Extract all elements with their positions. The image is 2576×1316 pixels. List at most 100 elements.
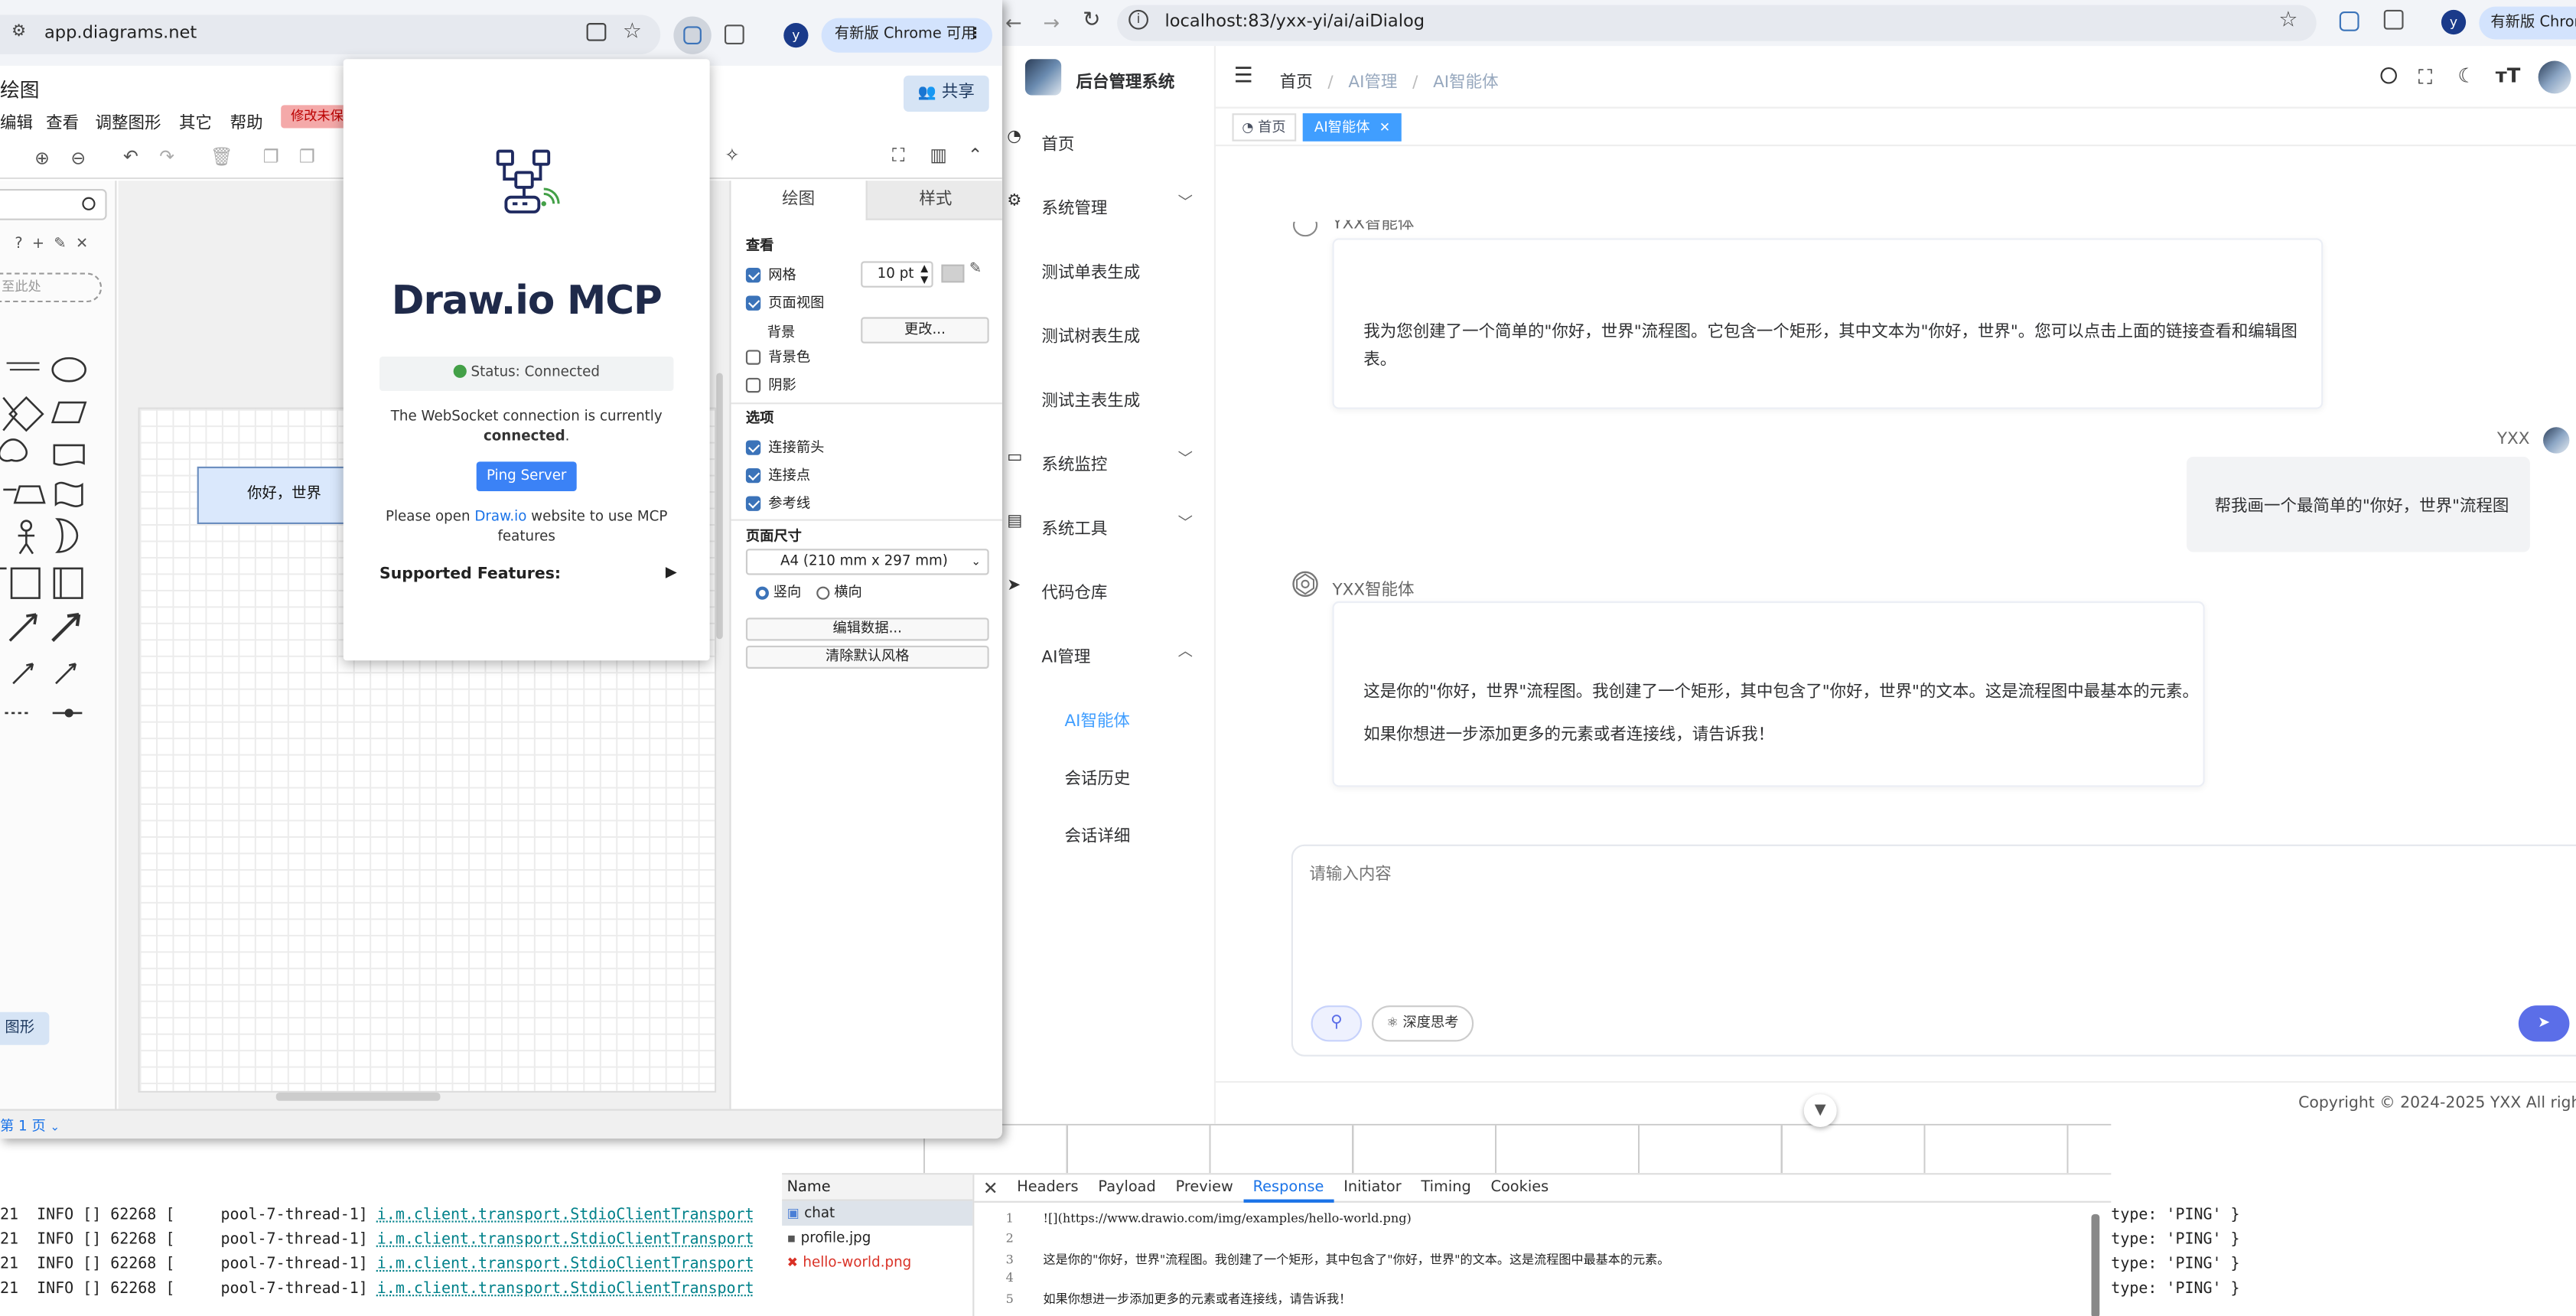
devtools-tab[interactable]: Headers xyxy=(1007,1174,1088,1202)
connect-arrows-option[interactable]: 连接箭头 xyxy=(745,437,824,457)
sidebar-item-ai[interactable]: AI管理 ︿ xyxy=(1001,620,1214,684)
stepper-icon[interactable]: ▲ ▼ xyxy=(920,263,928,286)
search-icon[interactable] xyxy=(2380,67,2397,84)
shape-palette[interactable] xyxy=(0,345,115,739)
shadow-checkbox[interactable] xyxy=(745,377,761,393)
shadow-option[interactable]: 阴影 xyxy=(745,375,796,394)
sidebar-item-tools[interactable]: ▤ 系统工具 ﹀ xyxy=(1001,491,1214,555)
grid-size-input[interactable]: 10 pt ▲ ▼ xyxy=(861,261,933,288)
collapse-icon[interactable]: ⌃ xyxy=(968,145,983,166)
devtools-tab[interactable]: Initiator xyxy=(1334,1174,1411,1202)
change-background-button[interactable]: 更改... xyxy=(861,317,989,344)
delete-icon[interactable]: 🗑 xyxy=(210,146,233,168)
breadcrumb-home[interactable]: 首页 xyxy=(1280,74,1313,93)
sidebar-item-test-tree[interactable]: 测试树表生成 xyxy=(1001,299,1214,363)
magic-wand-icon[interactable]: ✧ xyxy=(725,145,740,166)
portrait-option[interactable]: 竖向 xyxy=(755,581,801,601)
devtools-tab[interactable]: Cookies xyxy=(1481,1174,1558,1202)
landscape-option[interactable]: 横向 xyxy=(816,581,862,601)
landscape-radio[interactable] xyxy=(816,585,830,599)
redo-icon[interactable]: ↷ xyxy=(159,146,174,168)
scroll-down-button[interactable]: ▼ xyxy=(1803,1094,1837,1128)
send-button[interactable]: ➤ xyxy=(2518,1005,2570,1042)
install-app-icon[interactable] xyxy=(586,23,607,41)
drawio-address-bar[interactable]: ⚙ app.diagrams.net ☆ xyxy=(0,15,661,54)
doc-title[interactable]: 绘图 xyxy=(0,76,40,104)
chrome-update-pill[interactable]: 有新版 Chrom xyxy=(2479,6,2576,40)
sidebar-item-system[interactable]: ⚙ 系统管理 ﹀ xyxy=(1001,171,1214,235)
unsaved-badge[interactable]: 修改未保存 xyxy=(281,105,347,129)
devtools-file-row[interactable]: ▣ chat xyxy=(782,1200,973,1226)
breadcrumb-ai[interactable]: AI管理 xyxy=(1348,74,1397,93)
to-front-icon[interactable]: ❐ xyxy=(263,146,279,168)
format-panel-icon[interactable]: ▥ xyxy=(930,145,946,166)
close-icon[interactable]: ✕ xyxy=(76,236,88,252)
bg-color-checkbox[interactable] xyxy=(745,350,761,365)
close-icon[interactable]: ✕ xyxy=(974,1178,1007,1199)
zoom-out-icon[interactable]: ⊖ xyxy=(70,148,86,169)
share-button[interactable]: 👥 共享 xyxy=(904,75,989,112)
font-size-icon[interactable]: ᴛT xyxy=(2496,64,2521,87)
deep-think-button[interactable]: ⚛ 深度思考 xyxy=(1372,1005,1474,1042)
devtools-tab[interactable]: Timing xyxy=(1412,1174,1481,1202)
fullscreen-icon[interactable]: ⛶ xyxy=(892,145,905,168)
reload-icon[interactable]: ↻ xyxy=(1083,8,1100,33)
guides-checkbox[interactable] xyxy=(745,496,761,511)
more-shapes-button[interactable]: 图形 xyxy=(0,1011,50,1045)
response-scrollbar[interactable] xyxy=(2091,1213,2100,1316)
extension-icon[interactable] xyxy=(2339,11,2359,31)
connect-points-checkbox[interactable] xyxy=(745,467,761,484)
attach-button[interactable]: ⚲ xyxy=(1311,1005,1363,1042)
menu-item[interactable]: 调整图形 xyxy=(96,109,161,133)
page-tab[interactable]: 第 1 页 ⌄ xyxy=(0,1116,60,1135)
admin-address-bar[interactable]: i localhost:83/yxx-yi/ai/aiDialog ☆ xyxy=(1117,5,2317,41)
supported-features-toggle[interactable]: Supported Features: ▶ xyxy=(379,565,677,588)
site-info-icon[interactable]: i xyxy=(1128,9,1148,30)
bookmark-star-icon[interactable]: ☆ xyxy=(623,20,642,44)
grid-color-swatch[interactable] xyxy=(941,264,965,283)
add-icon[interactable]: + xyxy=(32,236,44,252)
more-vert-icon[interactable]: ⋮ xyxy=(968,18,982,53)
sidebar-item-home[interactable]: ◔ 首页 xyxy=(1001,107,1214,171)
profile-avatar[interactable]: y xyxy=(783,23,809,48)
devtools-tab[interactable]: Payload xyxy=(1089,1174,1166,1202)
menu-item[interactable]: 编辑 xyxy=(0,109,33,133)
sidebar-item-test-master[interactable]: 测试主表生成 xyxy=(1001,363,1214,428)
menu-item[interactable]: 帮助 xyxy=(230,109,263,133)
connect-arrows-checkbox[interactable] xyxy=(745,440,761,455)
devtools-file-row[interactable]: ✖ hello-world.png xyxy=(782,1250,972,1275)
bookmark-star-icon[interactable]: ☆ xyxy=(2278,8,2298,33)
forward-icon[interactable]: → xyxy=(1044,11,1060,34)
ping-server-button[interactable]: Ping Server xyxy=(476,461,577,492)
pencil-icon[interactable]: ✎ xyxy=(969,261,982,277)
canvas-scrollbar-h[interactable] xyxy=(275,1092,441,1101)
profile-avatar[interactable]: y xyxy=(2441,9,2467,35)
sidebar-item-test-single[interactable]: 测试单表生成 xyxy=(1001,235,1214,299)
tune-icon[interactable]: ⚙ xyxy=(11,23,26,41)
drawio-link[interactable]: Draw.io xyxy=(474,510,526,526)
sidebar-item-history[interactable]: 会话历史 xyxy=(1001,741,1214,805)
connect-points-option[interactable]: 连接点 xyxy=(745,465,810,484)
shape-search-input[interactable] xyxy=(0,188,107,220)
drop-zone[interactable]: 至此处 xyxy=(0,272,103,303)
tab-draw[interactable]: 绘图 xyxy=(731,181,866,220)
portrait-radio[interactable] xyxy=(755,585,769,599)
menu-fold-icon[interactable]: ☰ xyxy=(1234,66,1253,87)
tag-close-icon[interactable]: ✕ xyxy=(1379,120,1390,135)
extension-active-button[interactable] xyxy=(673,16,712,54)
puzzle-icon[interactable] xyxy=(2383,9,2404,30)
devtools-tab[interactable]: Response xyxy=(1242,1174,1334,1202)
tag-home[interactable]: ◔ 首页 xyxy=(1232,113,1296,142)
help-icon[interactable]: ? xyxy=(15,236,22,252)
theme-moon-icon[interactable]: ☾ xyxy=(2457,64,2475,87)
menu-item[interactable]: 其它 xyxy=(179,109,212,133)
page-view-checkbox[interactable] xyxy=(745,295,761,311)
grid-option[interactable]: 网格 xyxy=(745,265,796,284)
tag-ai-agent[interactable]: AI智能体 ✕ xyxy=(1302,113,1402,142)
canvas-scrollbar-v[interactable] xyxy=(716,373,723,640)
sidebar-item-ai-agent[interactable]: AI智能体 xyxy=(1001,683,1214,748)
edit-icon[interactable]: ✎ xyxy=(54,236,66,252)
chrome-update-pill[interactable]: 有新版 Chrome 可用 ⋮ xyxy=(821,18,992,53)
zoom-in-icon[interactable]: ⊕ xyxy=(34,148,50,169)
fullscreen-icon[interactable]: ⛶ xyxy=(2418,66,2432,90)
